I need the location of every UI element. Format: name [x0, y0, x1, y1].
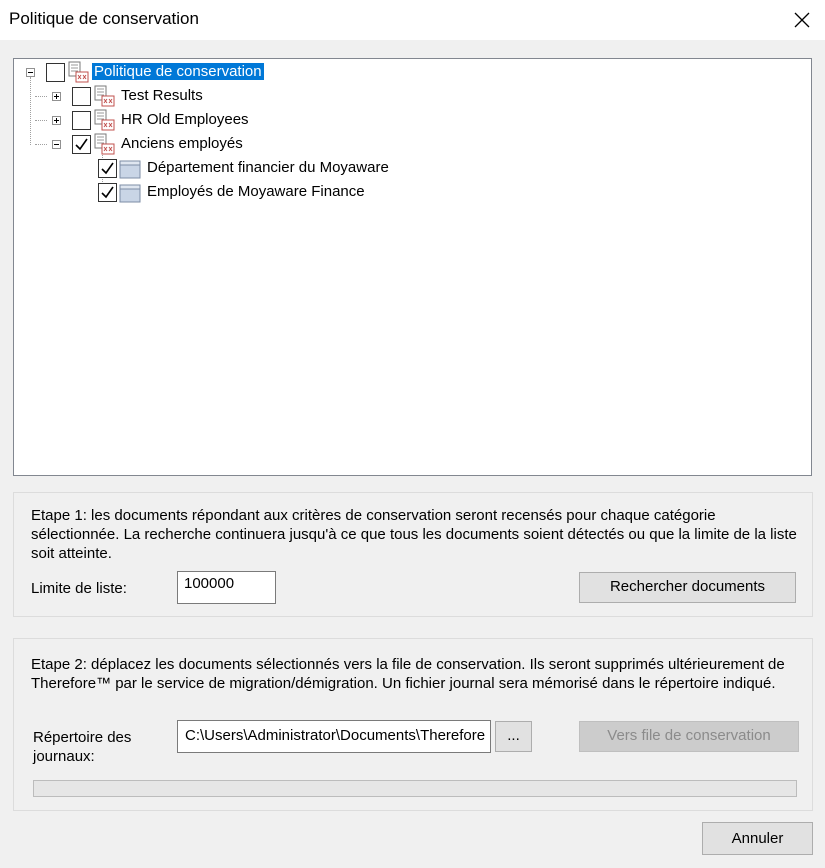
- tree-node-label[interactable]: Test Results: [119, 87, 205, 104]
- tree-node-label[interactable]: Anciens employés: [119, 135, 245, 152]
- tree-node-label[interactable]: HR Old Employees: [119, 111, 251, 128]
- node-checkbox[interactable]: [72, 111, 91, 130]
- node-checkbox[interactable]: [72, 87, 91, 106]
- checkmark-icon: [101, 162, 114, 175]
- tree-guide-line: [30, 77, 31, 145]
- step2-group: Etape 2: déplacez les documents sélectio…: [13, 638, 813, 811]
- progress-bar: [33, 780, 797, 797]
- move-to-retention-queue-button[interactable]: Vers file de conservation: [579, 721, 799, 752]
- expand-toggle[interactable]: [52, 116, 61, 125]
- tree-node-label[interactable]: Employés de Moyaware Finance: [145, 183, 367, 200]
- step2-description: Etape 2: déplacez les documents sélectio…: [31, 656, 785, 692]
- collapse-toggle[interactable]: [52, 140, 61, 149]
- title-bar: Politique de conservation: [0, 0, 825, 40]
- log-directory-input[interactable]: C:\Users\Administrator\Documents\Therefo…: [177, 720, 491, 753]
- tree-node-employes-moyaware-finance[interactable]: Employés de Moyaware Finance: [98, 181, 398, 205]
- retention-policy-icon: [94, 85, 115, 107]
- search-documents-button[interactable]: Rechercher documents: [579, 572, 796, 603]
- tree-node-root[interactable]: Politique de conservation: [24, 61, 294, 85]
- tree-guide-line: [35, 144, 47, 145]
- tree-node-label[interactable]: Département financier du Moyaware: [145, 159, 391, 176]
- tree-node-test-results[interactable]: Test Results: [50, 85, 250, 109]
- tree-node-departement-financier[interactable]: Département financier du Moyaware: [98, 157, 428, 181]
- expand-toggle[interactable]: [52, 92, 61, 101]
- step1-description: Etape 1: les documents répondant aux cri…: [31, 507, 797, 562]
- window-title: Politique de conservation: [9, 9, 199, 28]
- retention-policy-icon: [68, 61, 89, 83]
- close-icon: [794, 12, 810, 28]
- tree-node-anciens-employes[interactable]: Anciens employés: [50, 133, 270, 157]
- step1-group: Etape 1: les documents répondant aux cri…: [13, 492, 813, 617]
- log-directory-label: Répertoire des journaux:: [33, 729, 132, 765]
- category-folder-icon: [119, 160, 141, 179]
- tree-node-hr-old-employees[interactable]: HR Old Employees: [50, 109, 270, 133]
- close-button[interactable]: [779, 0, 825, 40]
- retention-policy-icon: [94, 133, 115, 155]
- root-checkbox[interactable]: [46, 63, 65, 82]
- node-checkbox[interactable]: [98, 159, 117, 178]
- checkmark-icon: [101, 186, 114, 199]
- node-checkbox[interactable]: [98, 183, 117, 202]
- cancel-button[interactable]: Annuler: [702, 822, 813, 855]
- tree-guide-line: [35, 120, 47, 121]
- category-folder-icon: [119, 184, 141, 203]
- checkmark-icon: [75, 138, 88, 151]
- collapse-toggle[interactable]: [26, 68, 35, 77]
- tree-guide-line: [35, 96, 47, 97]
- retention-policy-icon: [94, 109, 115, 131]
- policy-tree[interactable]: Politique de conservation Test Results H…: [13, 58, 812, 476]
- tree-node-label[interactable]: Politique de conservation: [92, 63, 264, 80]
- list-limit-label: Limite de liste:: [31, 580, 127, 597]
- browse-button[interactable]: ...: [495, 721, 532, 752]
- node-checkbox[interactable]: [72, 135, 91, 154]
- list-limit-input[interactable]: 100000: [177, 571, 276, 604]
